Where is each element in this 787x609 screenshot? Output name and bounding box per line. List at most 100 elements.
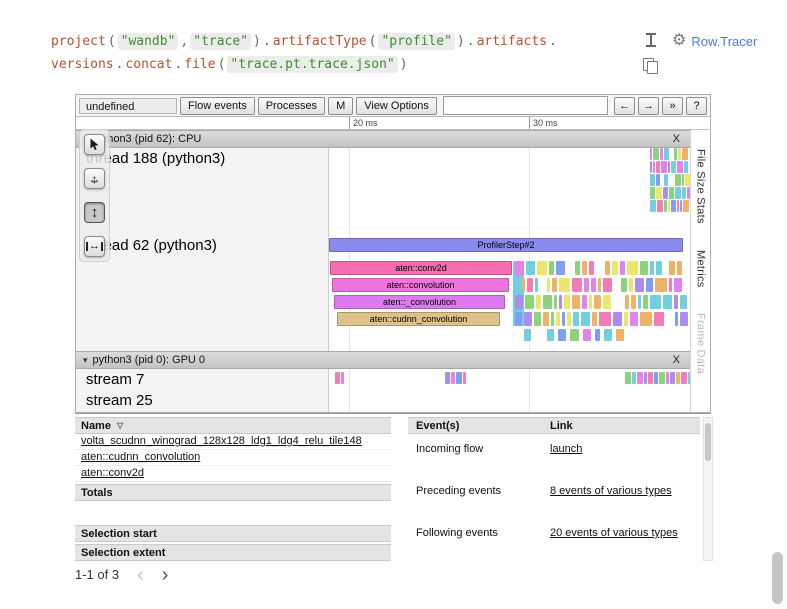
toolbar-button-processes[interactable]: Processes [258,97,325,115]
code-token[interactable]: project [51,34,106,49]
code-token[interactable]: . [549,34,557,49]
trace-span[interactable] [558,329,566,341]
track-row-stream-7[interactable]: stream 7 [76,369,690,390]
trace-span[interactable] [582,261,587,275]
trace-span[interactable] [537,261,547,275]
trace-span[interactable] [669,278,672,292]
trace-span[interactable] [650,161,652,173]
track-content-thread-62[interactable]: ProfilerStep#2aten::conv2daten::convolut… [329,235,690,351]
nav-button-help[interactable]: ? [686,97,707,115]
side-tab-file-size-stats[interactable]: File Size Stats [695,149,707,224]
track-content-stream-25[interactable] [329,390,690,412]
code-token[interactable]: . [116,57,124,72]
code-token[interactable]: concat [125,57,172,72]
trace-span[interactable] [650,200,656,212]
trace-span[interactable] [621,278,627,292]
trace-span[interactable] [650,187,655,199]
event-name-link[interactable]: aten::cudnn_convolution [81,451,200,463]
pager-next-button[interactable]: › [162,568,169,582]
trace-span[interactable] [664,148,669,160]
trace-span[interactable] [653,148,659,160]
trace-span[interactable] [543,295,552,309]
trace-span[interactable] [666,372,669,384]
trace-span[interactable] [676,372,680,384]
trace-span[interactable] [625,372,631,384]
trace-span[interactable] [451,372,455,384]
trace-span[interactable] [663,187,668,199]
trace-span[interactable] [650,174,655,186]
collapse-arrow-icon[interactable]: ▾ [83,355,88,366]
event-link[interactable]: launch [550,443,582,476]
trace-span[interactable] [620,261,625,275]
trace-span[interactable] [589,261,594,275]
trace-span[interactable] [682,148,688,160]
trace-span[interactable] [515,295,523,309]
trace-span[interactable] [660,148,663,160]
trace-span[interactable] [604,329,612,341]
trace-span[interactable] [522,278,525,292]
details-scrollbar[interactable] [703,417,713,561]
code-token[interactable]: artifactType [273,34,367,49]
pan-tool-button[interactable]: ↔ ↕ [84,168,105,189]
trace-span-aten-convolution[interactable]: aten::_convolution [334,295,505,309]
trace-span[interactable] [534,312,541,326]
trace-span[interactable] [656,161,660,173]
trace-span[interactable] [677,200,679,212]
code-token[interactable]: "trace" [190,33,251,50]
trace-span[interactable] [572,295,580,309]
code-token[interactable]: ) [457,34,465,49]
trace-span[interactable] [524,329,531,341]
trace-span[interactable] [631,295,636,309]
trace-span[interactable] [671,200,676,212]
trace-span-aten-cudnn-convolution[interactable]: aten::cudnn_convolution [337,312,500,326]
code-token[interactable]: . [467,34,475,49]
trace-span[interactable] [682,174,684,186]
trace-span[interactable] [656,261,662,275]
trace-span[interactable] [463,372,466,384]
copy-icon[interactable] [643,58,659,74]
timing-tool-button[interactable]: ↔ [84,236,105,257]
event-name-link[interactable]: volta_scudnn_winograd_128x128_ldg1_ldg4_… [81,435,362,447]
trace-span[interactable] [648,372,653,384]
text-cursor-icon[interactable] [646,33,656,47]
trace-span[interactable] [598,278,601,292]
trace-span[interactable] [552,278,557,292]
trace-span[interactable] [335,372,340,384]
trace-span[interactable] [663,295,672,309]
trace-span[interactable] [656,174,660,186]
trace-span[interactable] [591,278,596,292]
trace-span[interactable] [640,312,652,326]
trace-span[interactable] [630,312,638,326]
trace-span[interactable] [624,312,628,326]
trace-span[interactable] [680,295,687,309]
name-table-row[interactable]: volta_scudnn_winograd_128x128_ldg1_ldg4_… [75,434,391,450]
trace-span[interactable] [549,261,554,275]
code-token[interactable]: ( [108,34,116,49]
trace-span[interactable] [675,187,681,199]
code-token[interactable]: ( [218,57,226,72]
panel-type-selector[interactable]: ⚙ Row.Tracer [672,33,757,49]
trace-span[interactable] [635,278,644,292]
trace-span[interactable] [535,278,538,292]
trace-span[interactable] [680,312,688,326]
trace-span[interactable] [543,312,549,326]
close-track-icon[interactable]: X [673,133,680,145]
trace-span[interactable] [674,148,677,160]
name-table-row[interactable]: aten::cudnn_convolution [75,450,391,466]
trace-span-aten-convolution[interactable]: aten::convolution [332,278,509,292]
trace-span[interactable] [515,261,524,275]
trace-span[interactable] [581,312,590,326]
trace-span[interactable] [637,372,643,384]
page-scrollbar-thumb[interactable] [772,552,783,604]
trace-span[interactable] [554,295,557,309]
trace-span[interactable] [547,278,550,292]
code-token[interactable]: artifacts [477,34,547,49]
track-content-thread-188[interactable] [329,148,690,235]
event-link[interactable]: 20 events of various types [550,527,678,560]
trace-span[interactable] [684,161,688,173]
trace-span[interactable] [688,372,690,384]
selection-tool-button[interactable] [84,134,105,155]
pager-prev-button[interactable]: ‹ [137,568,144,582]
code-token[interactable]: . [263,34,271,49]
trace-span[interactable] [524,312,532,326]
